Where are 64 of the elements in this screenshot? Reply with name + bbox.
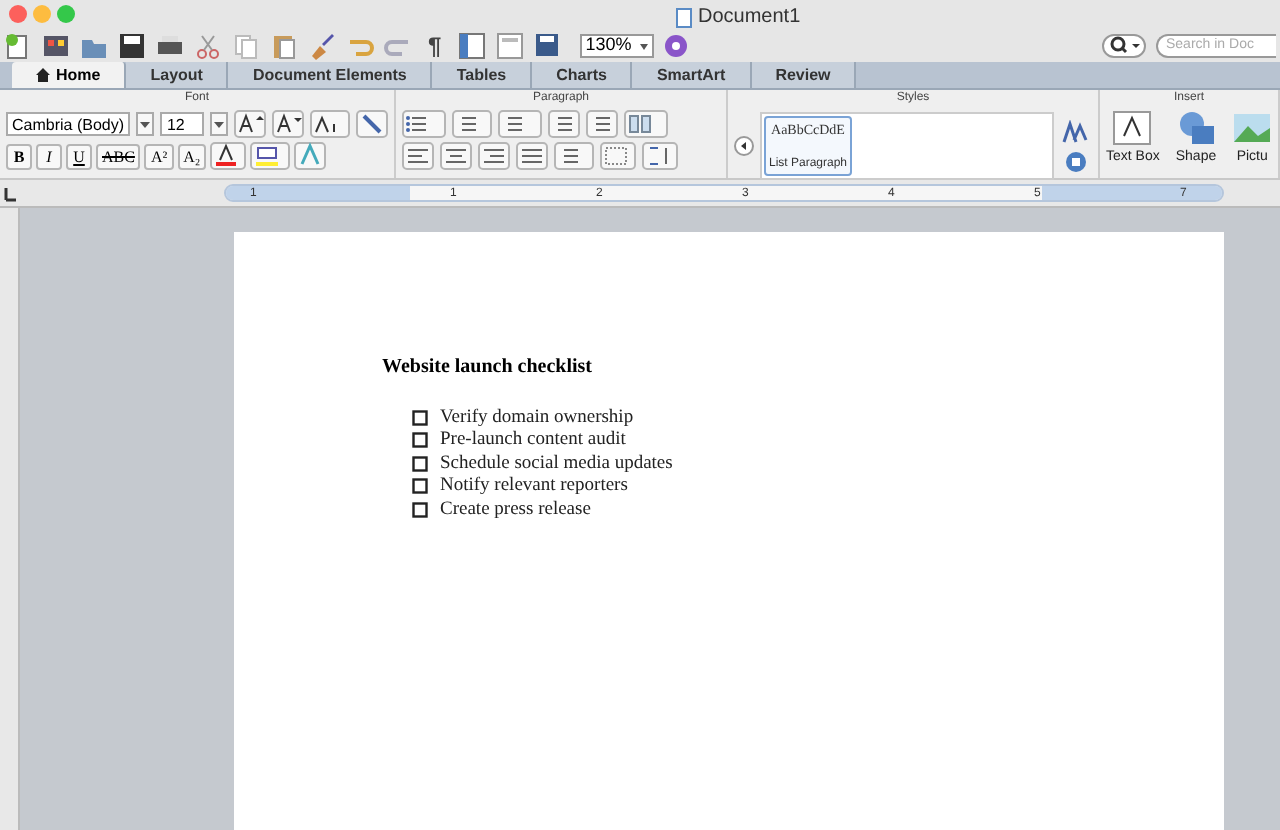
ribbon-tab[interactable]: Review (751, 62, 857, 88)
align-left-icon[interactable] (402, 142, 434, 170)
checkbox[interactable] (412, 432, 428, 449)
new-document-icon[interactable] (4, 31, 32, 59)
format-button[interactable]: A₂ (177, 143, 207, 169)
align-right-icon[interactable] (478, 142, 510, 170)
font-name-field[interactable]: Cambria (Body) (6, 112, 131, 136)
checklist-item: Verify domain ownership (440, 405, 634, 430)
save-icon[interactable] (118, 31, 146, 59)
gallery-icon[interactable] (495, 31, 524, 59)
shapes-icon (1175, 110, 1216, 146)
increase-indent-icon[interactable] (586, 110, 618, 138)
home-icon (36, 68, 50, 82)
picture-icon (1232, 110, 1273, 146)
help-icon[interactable] (663, 33, 688, 57)
document-icon (676, 7, 692, 27)
text-box-icon (1112, 110, 1153, 146)
sidebar-icon[interactable] (457, 31, 486, 59)
ribbon-tab[interactable]: Tables (432, 62, 533, 88)
grow-font-icon[interactable] (234, 110, 266, 138)
scissors-icon[interactable] (194, 31, 222, 59)
window-title: Document1 (698, 4, 801, 32)
align-center-icon[interactable] (440, 142, 472, 170)
brush-icon[interactable] (308, 31, 336, 59)
decrease-indent-icon[interactable] (548, 110, 580, 138)
highlight-icon[interactable] (250, 142, 291, 170)
bullet-list-icon[interactable] (402, 110, 446, 138)
numbered-list-icon[interactable] (452, 110, 492, 138)
format-button[interactable]: A² (144, 143, 174, 169)
grid-icon[interactable] (42, 31, 70, 59)
line-spacing-icon[interactable] (554, 142, 594, 170)
justify-icon[interactable] (516, 142, 548, 170)
checkbox[interactable] (412, 409, 428, 426)
clipboard-icon[interactable] (270, 31, 298, 59)
font-color-icon[interactable] (210, 142, 247, 170)
font-size-field[interactable]: 12 (160, 112, 204, 136)
print-icon[interactable] (156, 31, 184, 59)
shrink-font-icon[interactable] (272, 110, 304, 138)
format-button[interactable]: U (66, 143, 92, 169)
checklist-item: Schedule social media updates (440, 451, 673, 476)
search-icon[interactable] (1102, 33, 1146, 57)
ribbon-tab[interactable]: Home (12, 62, 127, 88)
columns-icon[interactable] (624, 110, 668, 138)
ribbon-tab[interactable]: Document Elements (228, 62, 433, 88)
tab-stop-icon[interactable] (0, 183, 20, 203)
document-heading: Website launch checklist (382, 354, 595, 382)
change-case-icon[interactable] (310, 110, 350, 138)
format-button[interactable]: B (6, 143, 32, 169)
ribbon-tab[interactable]: SmartArt (632, 62, 752, 88)
multilevel-list-icon[interactable] (498, 110, 542, 138)
format-button[interactable]: I (36, 143, 62, 169)
borders-icon[interactable] (600, 142, 636, 170)
scroll-left-icon[interactable] (734, 136, 754, 156)
zoom-field[interactable]: 130% (579, 33, 654, 57)
checklist-item: Notify relevant reporters (440, 474, 628, 500)
checkbox[interactable] (412, 501, 428, 518)
checkbox[interactable] (412, 455, 428, 472)
checklist-item: Pre-launch content audit (440, 428, 626, 454)
checklist-item: Create press release (440, 497, 591, 524)
ribbon-tab[interactable]: Charts (532, 62, 633, 88)
checkbox[interactable] (412, 478, 428, 495)
show-formatting-button[interactable]: ¶ (422, 27, 448, 63)
format-button[interactable]: ABC (96, 143, 141, 169)
ribbon-tab[interactable]: Layout (126, 62, 229, 88)
